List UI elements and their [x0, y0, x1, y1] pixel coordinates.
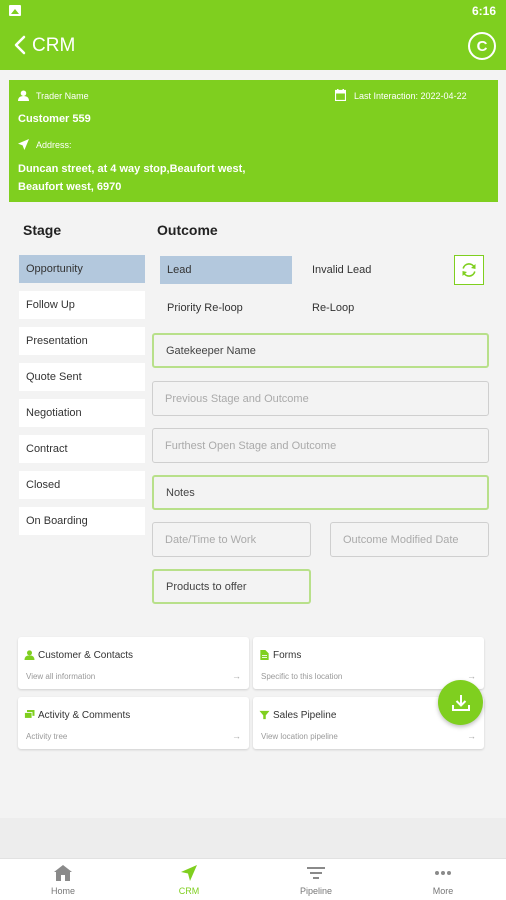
- status-time: 6:16: [471, 4, 496, 18]
- back-chevron-icon[interactable]: [10, 34, 32, 56]
- last-interaction: Last Interaction: 2022-04-22: [354, 91, 467, 101]
- notes-field[interactable]: Notes: [152, 475, 489, 510]
- person-icon: [24, 650, 35, 660]
- app-bar: CRM C: [0, 22, 506, 70]
- arrow-right-icon: →: [232, 731, 241, 741]
- furthest-stage-field[interactable]: Furthest Open Stage and Outcome: [152, 428, 489, 463]
- document-icon: [260, 650, 269, 660]
- nav-label: Home: [50, 886, 75, 896]
- person-icon: [18, 90, 29, 101]
- stage-heading: Stage: [23, 222, 62, 238]
- customer-name: Customer 559: [18, 113, 91, 125]
- nav-label: CRM: [178, 886, 200, 896]
- trader-name-label: Trader Name: [36, 91, 89, 101]
- card-subtitle: Specific to this location: [261, 672, 343, 681]
- bottom-navigation: Home CRM Pipeline More: [0, 858, 506, 900]
- stage-item-contract[interactable]: Contract: [19, 435, 145, 463]
- more-dots-icon: [435, 871, 451, 875]
- nav-pipeline[interactable]: Pipeline: [253, 859, 379, 900]
- card-subtitle: View all information: [26, 672, 96, 681]
- outcome-priority-reloop[interactable]: Priority Re-loop: [160, 294, 292, 322]
- filter-lines-icon: [307, 867, 325, 879]
- outcome-invalid-lead[interactable]: Invalid Lead: [305, 256, 437, 284]
- funnel-icon: [259, 710, 270, 720]
- navigation-arrow-icon: [181, 865, 197, 881]
- customer-contacts-card[interactable]: Customer & Contacts View all information…: [18, 637, 249, 689]
- outcome-reloop[interactable]: Re-Loop: [305, 294, 437, 322]
- bottom-spacer: [0, 818, 506, 858]
- stage-item-opportunity[interactable]: Opportunity: [19, 255, 145, 283]
- previous-stage-field[interactable]: Previous Stage and Outcome: [152, 381, 489, 416]
- card-subtitle: View location pipeline: [261, 732, 338, 741]
- nav-more[interactable]: More: [380, 859, 506, 900]
- download-button[interactable]: [438, 680, 483, 725]
- outcome-lead[interactable]: Lead: [160, 256, 292, 284]
- calendar-icon: [335, 89, 346, 101]
- card-subtitle: Activity tree: [26, 732, 68, 741]
- nav-label: More: [432, 886, 454, 896]
- card-title: Activity & Comments: [38, 710, 131, 721]
- address-line-2: Beaufort west, 6970: [18, 181, 122, 193]
- nav-home[interactable]: Home: [0, 859, 126, 900]
- gallery-icon: [9, 5, 21, 16]
- comments-icon: [24, 710, 35, 719]
- stage-item-on-boarding[interactable]: On Boarding: [19, 507, 145, 535]
- refresh-button[interactable]: [454, 255, 484, 285]
- home-icon: [54, 865, 72, 881]
- date-time-field[interactable]: Date/Time to Work: [152, 522, 311, 557]
- arrow-right-icon: →: [232, 671, 241, 681]
- arrow-right-icon: →: [467, 731, 476, 741]
- address-label: Address:: [36, 140, 72, 150]
- status-bar: 6:16: [0, 0, 506, 22]
- card-title: Customer & Contacts: [38, 650, 134, 661]
- products-to-offer-field[interactable]: Products to offer: [152, 569, 311, 604]
- customer-info-card: Trader Name Last Interaction: 2022-04-22…: [9, 80, 498, 202]
- gatekeeper-name-field[interactable]: Gatekeeper Name: [152, 333, 489, 368]
- card-title: Forms: [273, 650, 302, 661]
- page-title: CRM: [32, 35, 76, 56]
- stage-item-closed[interactable]: Closed: [19, 471, 145, 499]
- download-icon: [451, 694, 470, 711]
- activity-comments-card[interactable]: Activity & Comments Activity tree →: [18, 697, 249, 749]
- card-title: Sales Pipeline: [273, 710, 337, 721]
- address-line-1: Duncan street, at 4 way stop,Beaufort we…: [18, 163, 246, 175]
- navigation-arrow-icon: [18, 139, 29, 150]
- refresh-icon: [462, 263, 476, 277]
- nav-label: Pipeline: [299, 886, 333, 896]
- stage-item-presentation[interactable]: Presentation: [19, 327, 145, 355]
- outcome-modified-field[interactable]: Outcome Modified Date: [330, 522, 489, 557]
- stage-item-negotiation[interactable]: Negotiation: [19, 399, 145, 427]
- stage-item-quote-sent[interactable]: Quote Sent: [19, 363, 145, 391]
- profile-button[interactable]: C: [468, 32, 496, 60]
- forms-card[interactable]: Forms Specific to this location →: [253, 637, 484, 689]
- arrow-right-icon: →: [467, 671, 476, 681]
- stage-item-follow-up[interactable]: Follow Up: [19, 291, 145, 319]
- outcome-heading: Outcome: [157, 222, 218, 238]
- nav-crm[interactable]: CRM: [126, 859, 252, 900]
